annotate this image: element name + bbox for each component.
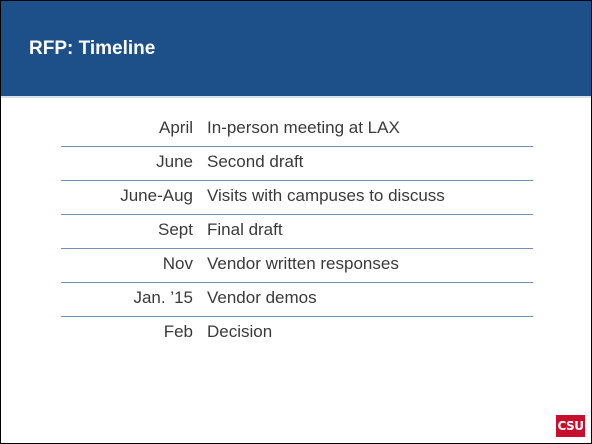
- timeline-date: Feb: [163, 322, 193, 341]
- title-divider: [1, 96, 591, 98]
- timeline-row: Jan. ’15 Vendor demos: [61, 283, 533, 317]
- timeline-date: April: [158, 118, 193, 137]
- timeline-event: Decision: [207, 322, 273, 341]
- timeline-date: June: [156, 152, 193, 171]
- timeline-row: Sept Final draft: [61, 215, 533, 249]
- timeline-row: Nov Vendor written responses: [61, 249, 533, 283]
- timeline-event: Vendor demos: [207, 288, 317, 307]
- csu-logo: CSU: [556, 415, 585, 437]
- timeline-row: June Second draft: [61, 147, 533, 181]
- timeline-table: April In-person meeting at LAX June Seco…: [61, 113, 533, 351]
- title-bar: RFP: Timeline: [1, 1, 591, 96]
- timeline-event: In-person meeting at LAX: [207, 118, 400, 137]
- timeline-event: Final draft: [207, 220, 283, 239]
- timeline-row: Feb Decision: [61, 317, 533, 351]
- timeline-date: Nov: [162, 254, 193, 273]
- timeline-date: Jan. ’15: [133, 288, 193, 307]
- timeline-row: June-Aug Visits with campuses to discuss: [61, 181, 533, 215]
- timeline-event: Vendor written responses: [207, 254, 399, 273]
- timeline-date: June-Aug: [120, 186, 193, 205]
- timeline-event: Second draft: [207, 152, 304, 171]
- timeline-row: April In-person meeting at LAX: [61, 113, 533, 147]
- timeline-date: Sept: [158, 220, 193, 239]
- timeline-event: Visits with campuses to discuss: [207, 186, 445, 205]
- slide-title: RFP: Timeline: [29, 38, 156, 59]
- slide: RFP: Timeline April In-person meeting at…: [0, 0, 592, 444]
